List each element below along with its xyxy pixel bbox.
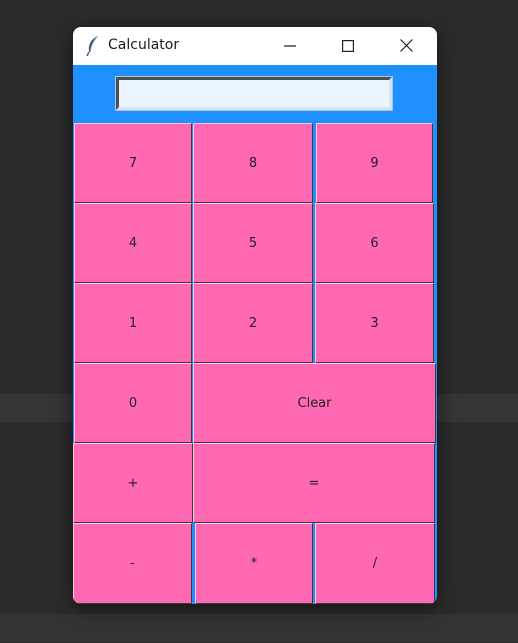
key-1[interactable]: 1 — [74, 283, 192, 363]
plus-button[interactable]: + — [73, 443, 193, 523]
key-0[interactable]: 0 — [74, 363, 192, 443]
divide-button[interactable]: / — [315, 523, 435, 604]
maximize-button[interactable] — [319, 27, 377, 65]
key-2[interactable]: 2 — [193, 283, 313, 363]
equals-button[interactable]: = — [193, 443, 435, 523]
key-6[interactable]: 6 — [315, 203, 434, 283]
close-icon — [399, 37, 413, 56]
background-band — [0, 614, 518, 642]
key-4[interactable]: 4 — [74, 203, 192, 283]
calculator-window: Calculator 7 8 9 4 5 6 1 2 3 0 Clear + =… — [73, 27, 437, 604]
key-5[interactable]: 5 — [193, 203, 313, 283]
key-8[interactable]: 8 — [193, 123, 313, 203]
close-button[interactable] — [377, 27, 435, 65]
key-7[interactable]: 7 — [74, 123, 192, 203]
feather-icon — [86, 35, 100, 57]
result-display[interactable] — [115, 76, 393, 111]
multiply-button[interactable]: * — [195, 523, 313, 604]
key-9[interactable]: 9 — [316, 123, 433, 203]
minimize-button[interactable] — [261, 27, 319, 65]
key-3[interactable]: 3 — [315, 283, 434, 363]
maximize-icon — [342, 37, 355, 56]
minus-button[interactable]: - — [73, 523, 192, 604]
display-area — [73, 65, 437, 123]
clear-button[interactable]: Clear — [193, 363, 436, 443]
title-bar[interactable]: Calculator — [73, 27, 437, 65]
window-title: Calculator — [108, 37, 180, 53]
minimize-icon — [284, 37, 296, 56]
